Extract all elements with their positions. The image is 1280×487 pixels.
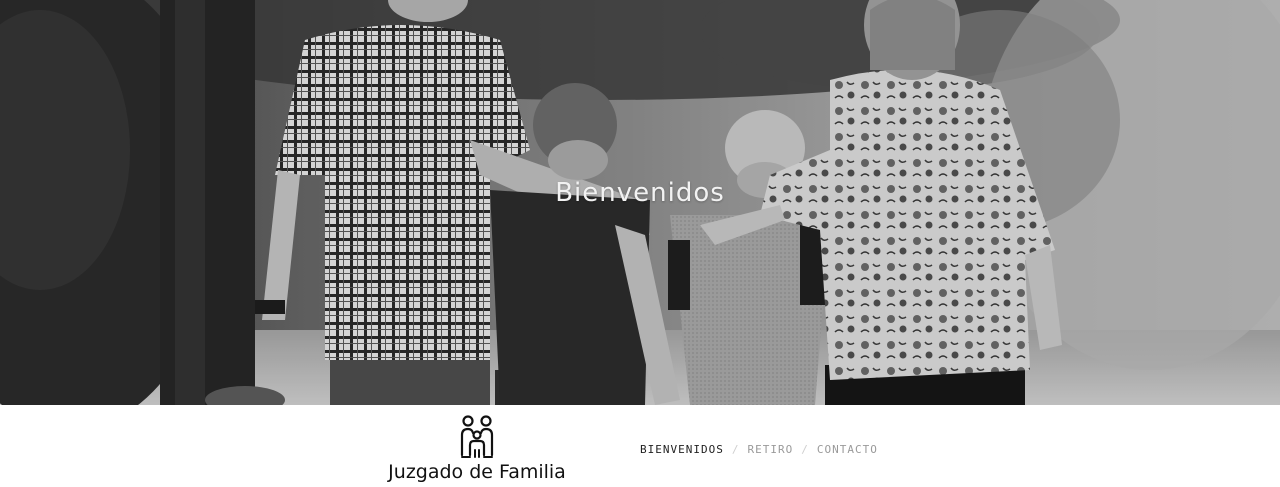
page: Bienvenidos Juzgado de Familia BIENVENID… bbox=[0, 0, 1280, 487]
hero-title: Bienvenidos bbox=[555, 178, 725, 208]
hero-banner: Bienvenidos bbox=[0, 0, 1280, 405]
nav-separator: / bbox=[731, 443, 740, 456]
nav-item-contacto[interactable]: CONTACTO bbox=[817, 443, 878, 456]
brand-logo[interactable]: Juzgado de Familia bbox=[378, 415, 576, 483]
brand-name: Juzgado de Familia bbox=[388, 461, 566, 483]
nav-separator: / bbox=[801, 443, 809, 456]
site-footer-bar: Juzgado de Familia BIENVENIDOS / RETIRO … bbox=[0, 405, 1280, 487]
nav-item-bienvenidos[interactable]: BIENVENIDOS bbox=[640, 443, 724, 456]
main-nav: BIENVENIDOS / RETIRO / CONTACTO bbox=[640, 443, 878, 456]
nav-item-retiro[interactable]: RETIRO bbox=[747, 443, 793, 456]
family-icon bbox=[460, 415, 494, 458]
